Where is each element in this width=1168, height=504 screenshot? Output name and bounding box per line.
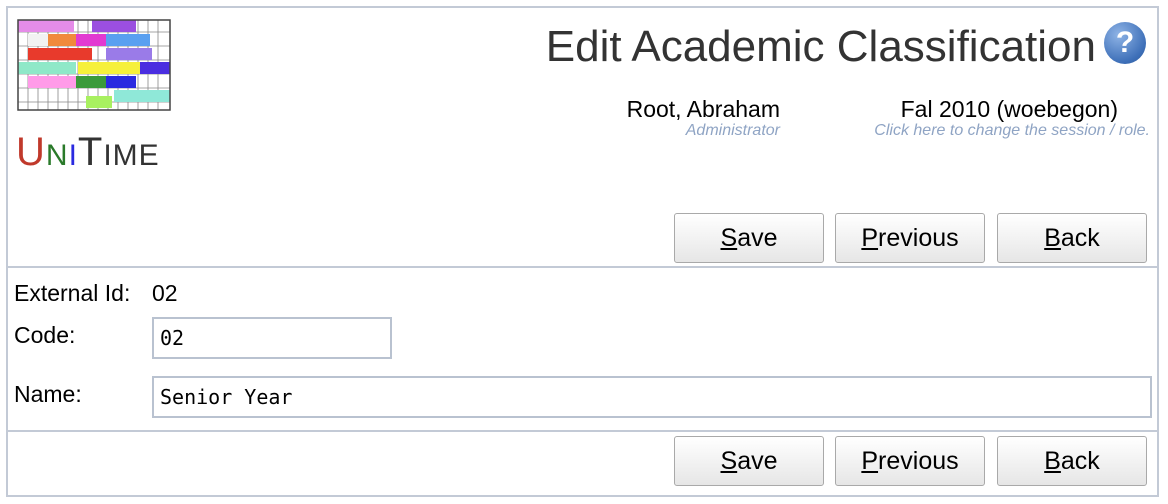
- page-title: Edit Academic Classification: [545, 22, 1096, 71]
- code-label: Code:: [14, 322, 76, 348]
- back-button-bottom[interactable]: Back: [997, 436, 1147, 486]
- previous-button-top[interactable]: Previous: [835, 213, 985, 263]
- previous-label: Previous: [861, 447, 959, 475]
- code-input[interactable]: 02: [152, 317, 392, 359]
- back-label: Back: [1044, 447, 1100, 475]
- external-id-label: External Id:: [14, 280, 131, 306]
- back-label: Back: [1044, 224, 1100, 252]
- previous-button-bottom[interactable]: Previous: [835, 436, 985, 486]
- separator-bottom: [8, 430, 1157, 432]
- unitime-logo-text: UNITIME: [16, 130, 160, 174]
- save-label: Save: [720, 447, 778, 475]
- page-frame: [6, 6, 1159, 497]
- separator-top: [8, 266, 1157, 268]
- name-input[interactable]: Senior Year: [152, 376, 1152, 418]
- session-change-hint[interactable]: Click here to change the session / role.: [874, 122, 1150, 140]
- user-name: Root, Abraham: [626, 96, 780, 122]
- previous-label: Previous: [861, 224, 959, 252]
- save-label: Save: [720, 224, 778, 252]
- external-id-value: 02: [152, 280, 178, 306]
- name-label: Name:: [14, 381, 82, 407]
- save-button-bottom[interactable]: Save: [674, 436, 824, 486]
- session-name[interactable]: Fal 2010 (woebegon): [901, 96, 1118, 123]
- back-button-top[interactable]: Back: [997, 213, 1147, 263]
- user-role: Administrator: [685, 122, 780, 139]
- save-button-top[interactable]: Save: [674, 213, 824, 263]
- help-icon[interactable]: ?: [1104, 22, 1146, 64]
